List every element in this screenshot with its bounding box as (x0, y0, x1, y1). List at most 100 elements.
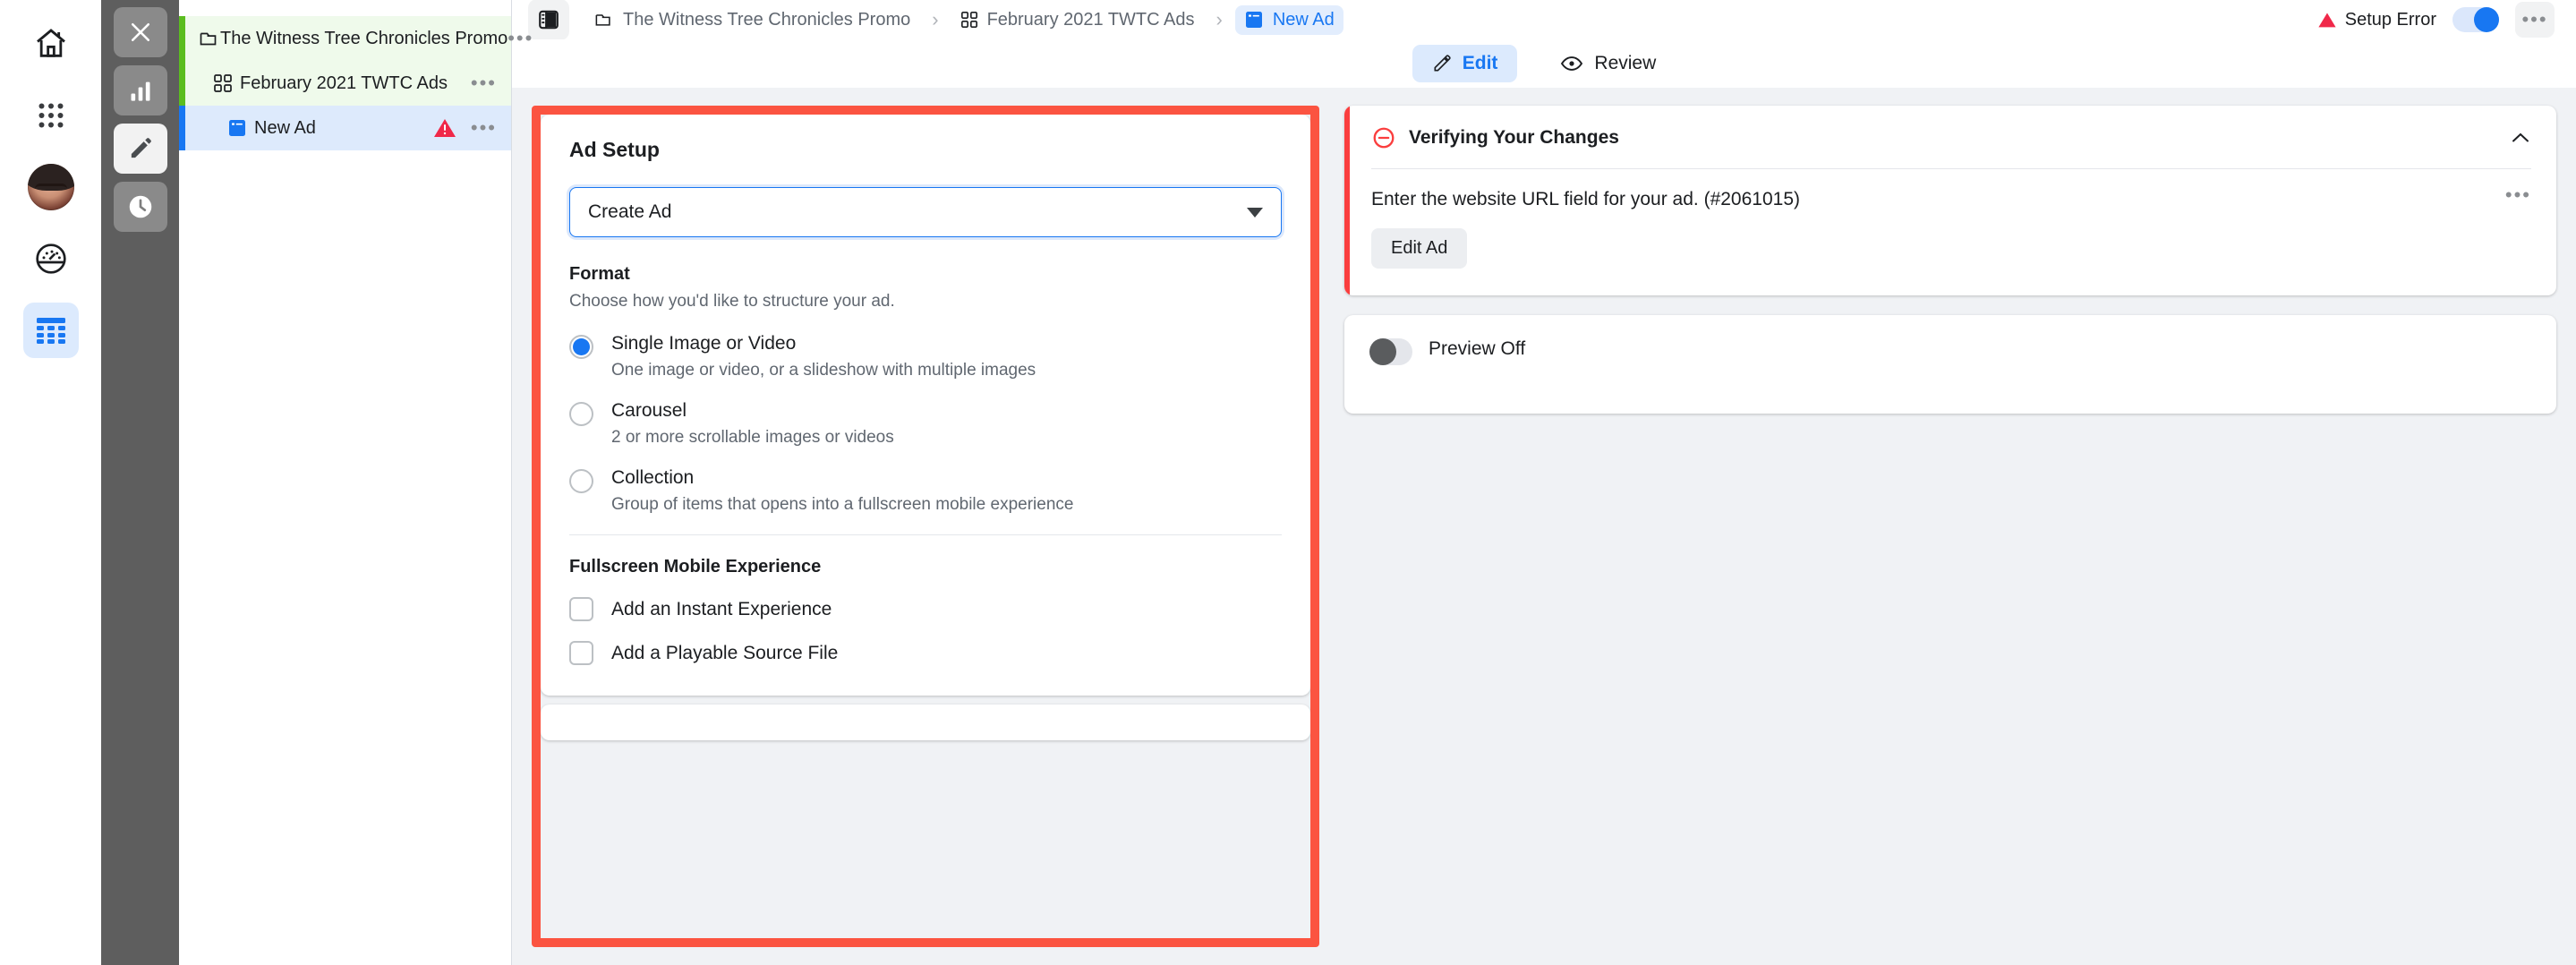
campaign-tree-panel: The Witness Tree Chronicles Promo ••• Fe… (179, 0, 532, 965)
close-icon[interactable] (113, 7, 167, 57)
verifying-changes-header[interactable]: Verifying Your Changes (1371, 125, 2531, 150)
pencil-icon (1432, 54, 1452, 73)
format-subheading: Choose how you'd like to structure your … (569, 292, 895, 311)
radio-icon[interactable] (569, 335, 593, 359)
adset-grid-icon (213, 73, 240, 93)
card-divider (1371, 168, 2531, 169)
row-menu-button[interactable]: ••• (471, 73, 497, 93)
breadcrumb-item-campaign[interactable]: The Witness Tree Chronicles Promo (585, 5, 919, 35)
folder-icon (594, 11, 614, 29)
checkbox-add-instant-experience[interactable]: Add an Instant Experience (569, 597, 1282, 621)
sidebar-toggle-icon[interactable] (528, 0, 569, 40)
status-label: Setup Error (2344, 9, 2436, 30)
radio-icon[interactable] (569, 402, 593, 426)
breadcrumb-label: February 2021 TWTC Ads (986, 9, 1195, 30)
ad-icon (1244, 10, 1264, 30)
page-title: Ad Setup (569, 138, 660, 161)
row-menu-button[interactable]: ••• (508, 29, 533, 48)
format-option-single-image-or-video[interactable]: Single Image or Video One image or video… (569, 333, 1282, 380)
checkbox-label: Add an Instant Experience (611, 598, 832, 619)
preview-toggle[interactable] (1369, 338, 1412, 365)
preview-label: Preview Off (1429, 338, 1526, 359)
format-option-label: Single Image or Video (611, 333, 797, 354)
adset-grid-icon (960, 11, 978, 29)
ad-setup-column: Ad Setup Create Ad Format Choose how you… (532, 106, 1328, 965)
format-option-text: Carousel 2 or more scrollable images or … (611, 400, 894, 448)
format-heading: Format (569, 264, 630, 284)
status-badge: Setup Error (2317, 10, 2436, 30)
issue-menu-button[interactable]: ••• (2505, 184, 2531, 204)
format-option-text: Collection Group of items that opens int… (611, 467, 1073, 515)
format-option-carousel[interactable]: Carousel 2 or more scrollable images or … (569, 400, 1282, 448)
breadcrumb-separator: › (932, 8, 939, 30)
format-option-desc: Group of items that opens into a fullscr… (611, 495, 1074, 514)
format-option-desc: 2 or more scrollable images or videos (611, 428, 894, 447)
bar-chart-icon[interactable] (113, 65, 167, 115)
tab-label: Review (1594, 53, 1657, 73)
format-option-text: Single Image or Video One image or video… (611, 333, 1036, 380)
tab-edit[interactable]: Edit (1412, 45, 1518, 82)
checkbox-icon[interactable] (569, 641, 593, 665)
content-area: Ad Setup Create Ad Format Choose how you… (512, 88, 2576, 965)
radio-icon[interactable] (569, 469, 593, 493)
more-options-button[interactable]: ••• (2515, 2, 2555, 38)
next-card-peek (541, 705, 1310, 740)
home-icon[interactable] (23, 16, 79, 72)
ad-active-toggle[interactable] (2452, 7, 2499, 32)
avatar[interactable] (23, 159, 79, 215)
warning-triangle-icon (433, 117, 456, 139)
checkbox-label: Add a Playable Source File (611, 642, 839, 663)
breadcrumb-separator: › (1215, 8, 1223, 30)
breadcrumb-item-ad[interactable]: New Ad (1234, 4, 1343, 35)
main-area: The Witness Tree Chronicles Promo › Febr… (512, 0, 2576, 965)
ad-icon (227, 118, 254, 138)
format-option-label: Collection (611, 467, 695, 488)
tree-row-adset[interactable]: February 2021 TWTC Ads ••• (179, 61, 511, 106)
format-option-collection[interactable]: Collection Group of items that opens int… (569, 467, 1282, 515)
fullscreen-heading: Fullscreen Mobile Experience (569, 557, 822, 576)
ad-setup-card: Ad Setup Create Ad Format Choose how you… (541, 115, 1310, 696)
tab-review[interactable]: Review (1540, 45, 1676, 82)
format-radio-group: Single Image or Video One image or video… (569, 333, 1282, 515)
gauge-icon[interactable] (23, 231, 79, 286)
ad-setup-select[interactable]: Create Ad (569, 187, 1282, 237)
format-option-label: Carousel (611, 400, 687, 421)
edit-ad-button[interactable]: Edit Ad (1371, 228, 1468, 269)
breadcrumb: The Witness Tree Chronicles Promo › Febr… (585, 4, 2308, 35)
tab-bar: Edit Review (512, 39, 2576, 88)
verification-issue-row: Enter the website URL field for your ad.… (1371, 184, 2531, 210)
table-icon[interactable] (22, 303, 79, 358)
breadcrumb-label: New Ad (1272, 9, 1335, 30)
secondary-dark-rail (101, 0, 179, 965)
checkbox-icon[interactable] (569, 597, 593, 621)
tree-row-label: The Witness Tree Chronicles Promo (220, 28, 508, 48)
clock-icon[interactable] (113, 182, 167, 232)
breadcrumb-item-adset[interactable]: February 2021 TWTC Ads (951, 5, 1204, 35)
chevron-up-icon[interactable] (2510, 131, 2531, 145)
tree-row-ad[interactable]: New Ad ••• (179, 106, 511, 150)
verifying-changes-title: Verifying Your Changes (1409, 127, 1619, 148)
chevron-down-icon (1247, 207, 1263, 218)
right-column: Verifying Your Changes Enter the website… (1328, 106, 2556, 965)
app-root: The Witness Tree Chronicles Promo ••• Fe… (0, 0, 2576, 965)
top-bar-actions: Setup Error ••• (2317, 2, 2555, 38)
tree-row-label: New Ad (254, 117, 316, 138)
checkbox-add-playable-source-file[interactable]: Add a Playable Source File (569, 641, 1282, 665)
tree-row-campaign[interactable]: The Witness Tree Chronicles Promo ••• (179, 16, 532, 61)
row-menu-button[interactable]: ••• (471, 118, 497, 138)
format-option-desc: One image or video, or a slideshow with … (611, 361, 1036, 380)
warning-triangle-icon (2317, 11, 2337, 29)
apps-grid-icon[interactable] (23, 88, 79, 143)
breadcrumb-label: The Witness Tree Chronicles Promo (623, 9, 911, 30)
row-accent-bar (179, 106, 185, 150)
kebab-icon: ••• (2521, 8, 2548, 31)
pencil-icon[interactable] (113, 124, 167, 174)
verifying-changes-card: Verifying Your Changes Enter the website… (1344, 106, 2556, 295)
row-accent-bar (179, 16, 185, 61)
top-bar: The Witness Tree Chronicles Promo › Febr… (512, 0, 2576, 40)
row-accent-bar (179, 61, 185, 106)
primary-icon-rail (0, 0, 101, 965)
section-divider (569, 534, 1282, 535)
error-circle-icon (1371, 125, 1396, 150)
avatar-image (27, 164, 74, 210)
